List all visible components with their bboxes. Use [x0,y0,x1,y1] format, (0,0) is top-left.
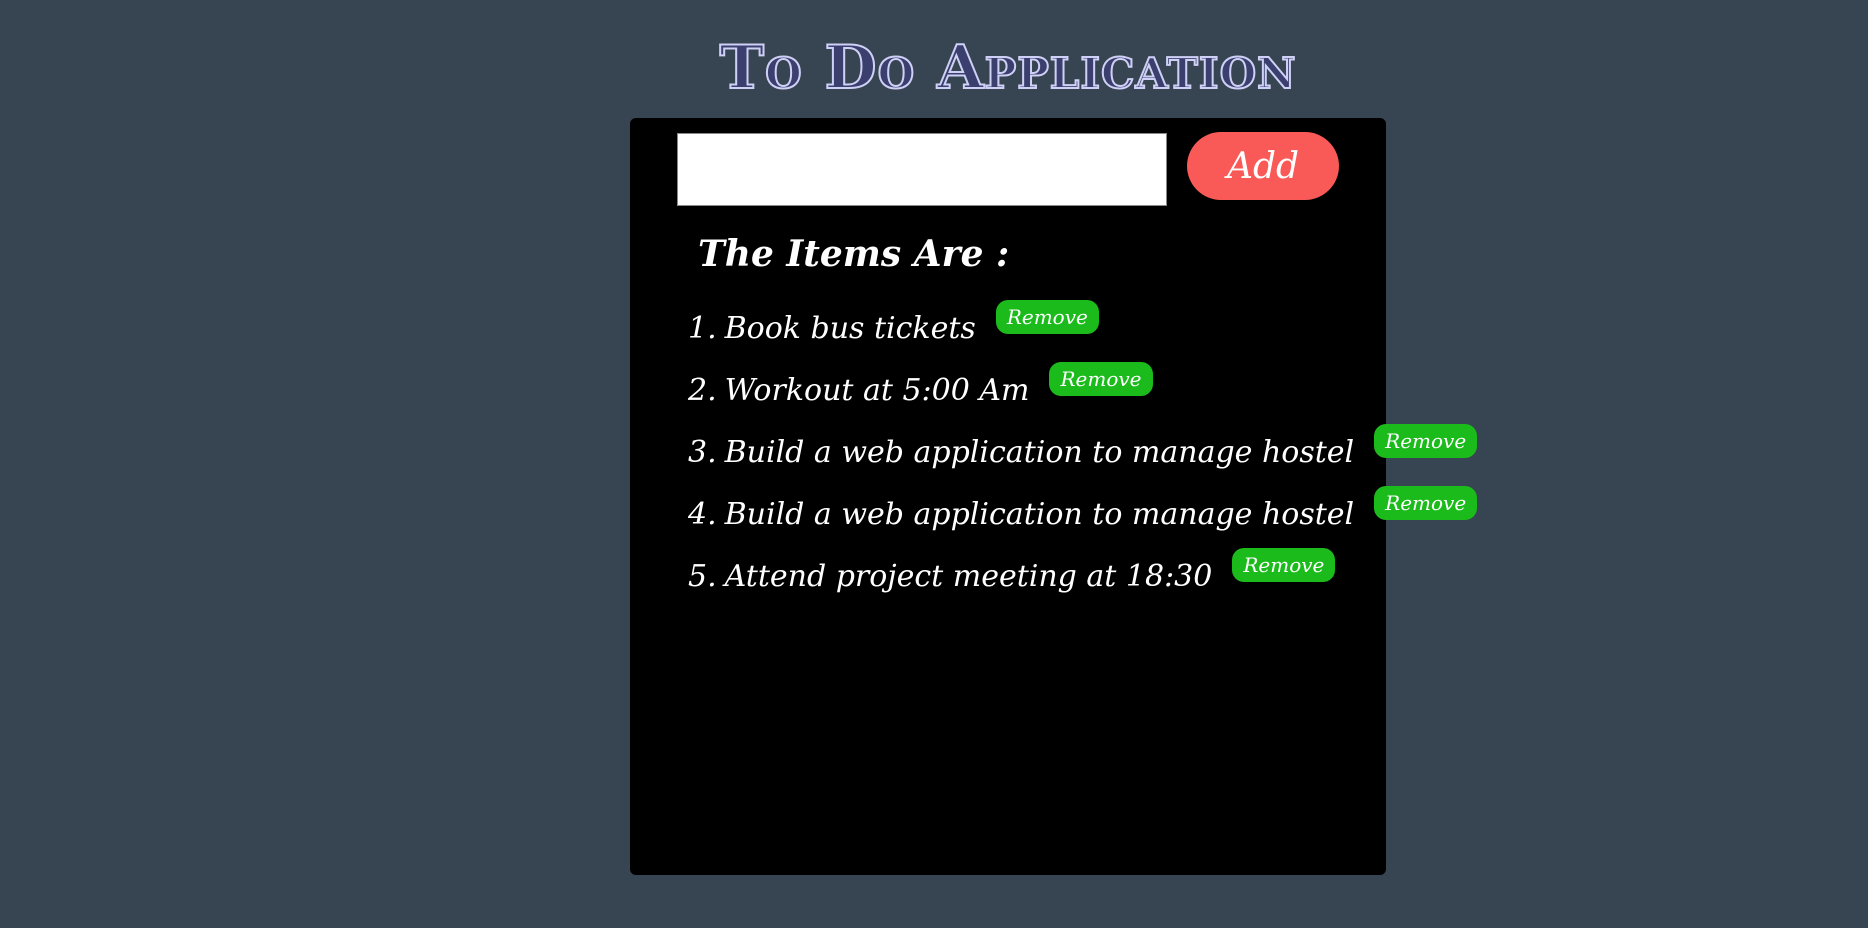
todo-input[interactable] [677,133,1167,206]
remove-button[interactable]: Remove [1374,424,1478,458]
item-number: 3. [688,435,717,470]
remove-button[interactable]: Remove [1232,548,1336,582]
list-item: 3. Build a web application to manage hos… [688,424,1478,486]
todo-panel: Add The Items Are : 1. Book bus tickets … [630,118,1478,875]
list-item: 4. Build a web application to manage hos… [688,486,1478,548]
list-item: 1. Book bus tickets Remove [688,300,1477,362]
remove-button[interactable]: Remove [1049,362,1153,396]
app-title: To Do Application [718,32,1297,104]
item-text: Build a web application to manage hostel [724,435,1355,470]
remove-button[interactable]: Remove [1374,486,1478,520]
item-text: Book bus tickets [724,311,976,346]
item-number: 5. [688,559,717,594]
item-text: Attend project meeting at 18:30 [724,559,1213,594]
item-number: 4. [688,497,717,532]
item-number: 1. [688,311,717,346]
item-text: Build a web application to manage hostel [724,497,1355,532]
list-item: 2. Workout at 5:00 Am Remove [688,362,1477,424]
todo-list: 1. Book bus tickets Remove 2. Workout at… [688,300,1478,610]
items-heading: The Items Are : [698,233,1010,275]
remove-button[interactable]: Remove [995,300,1099,334]
list-item: 5. Attend project meeting at 18:30 Remov… [688,548,1477,610]
add-button[interactable]: Add [1187,132,1339,200]
item-number: 2. [688,373,717,408]
item-text: Workout at 5:00 Am [724,373,1030,408]
